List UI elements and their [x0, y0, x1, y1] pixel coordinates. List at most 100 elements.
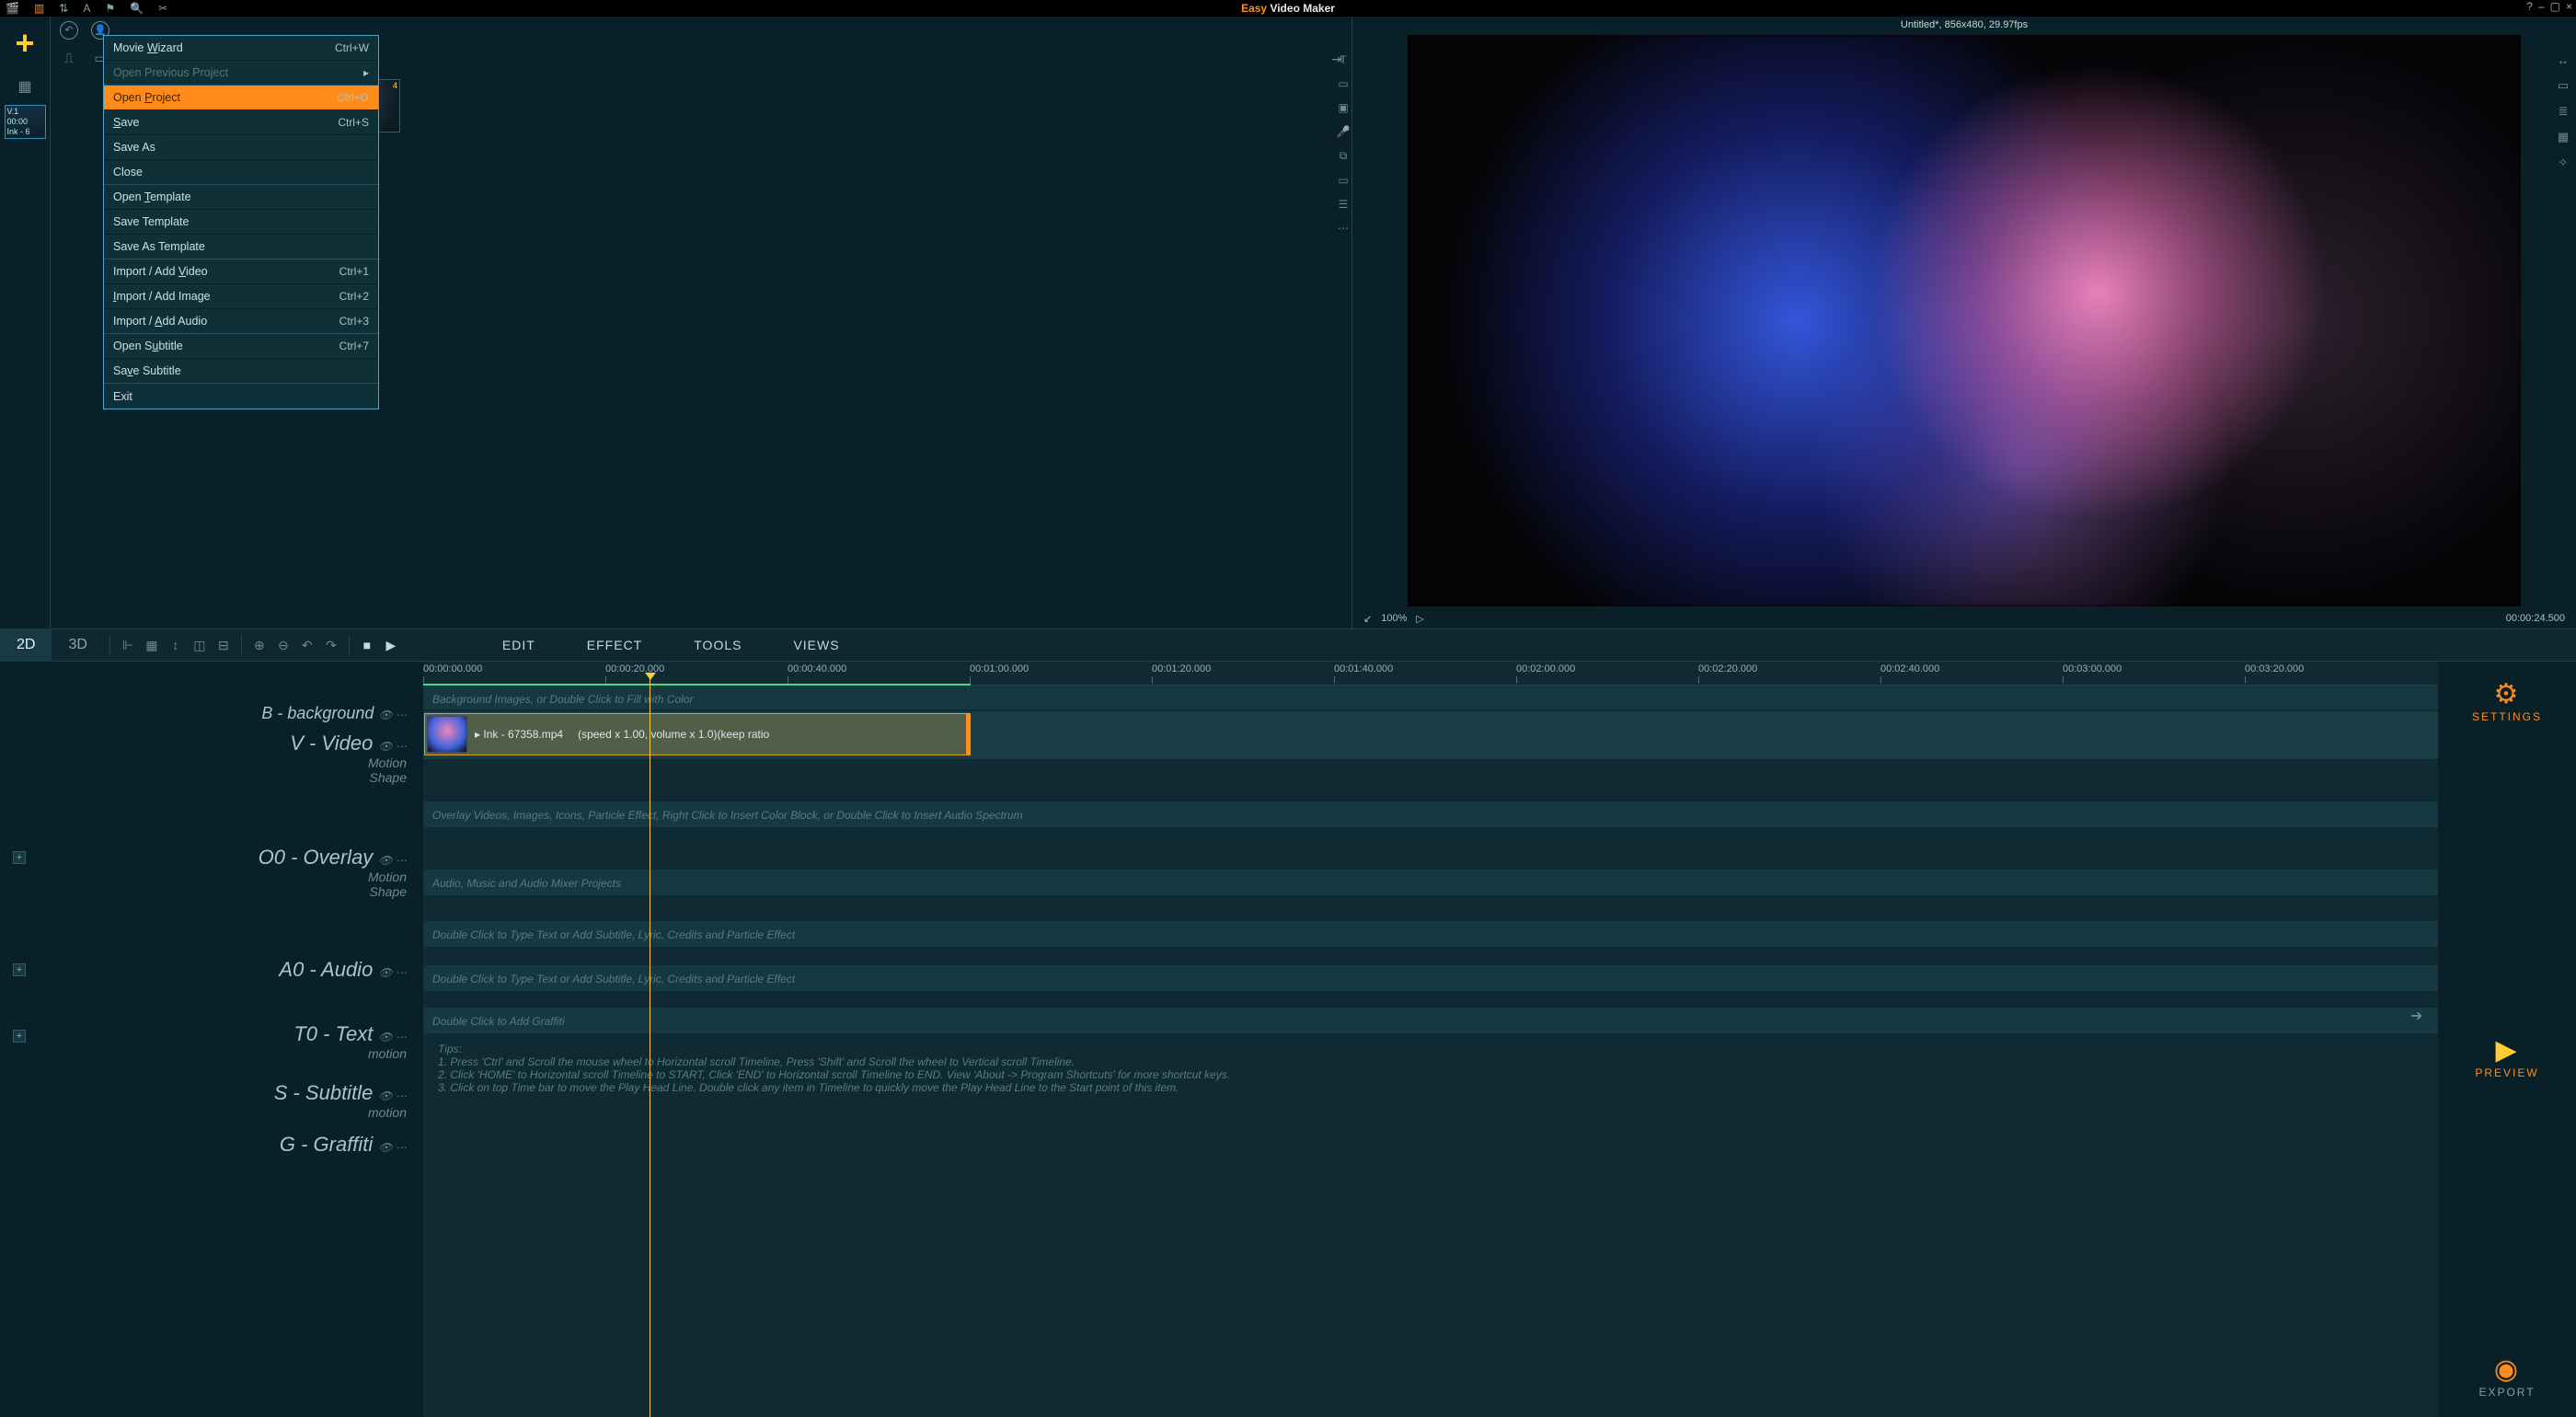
ratio-icon[interactable]: ▭ [1334, 77, 1352, 90]
layers-icon[interactable]: ☰ [1334, 198, 1352, 211]
track-label[interactable]: V - Video 👁 ⋯ [290, 732, 407, 755]
track-lane[interactable]: Audio, Music and Audio Mixer Projects [423, 870, 2438, 895]
wand-icon[interactable]: ✧ [2554, 156, 2572, 170]
clip-thumb-icon [427, 716, 467, 753]
track-lane[interactable]: Double Click to Add Graffiti [423, 1008, 2438, 1033]
export-button[interactable]: ◉ EXPORT [2478, 1354, 2535, 1399]
menu-effect[interactable]: EFFECT [561, 638, 668, 652]
file-menu-item[interactable]: Close [104, 160, 378, 185]
maximize-button[interactable]: ▢ [2550, 0, 2560, 13]
ruler-tick: 00:02:40.000 [1880, 663, 1939, 674]
snap-icon[interactable]: ⊩ [116, 638, 140, 653]
redo-icon[interactable]: ↷ [319, 638, 343, 653]
selected-media-thumb[interactable]: V.1 00:00 Ink - 6 [5, 105, 46, 139]
next-arrow-icon[interactable]: ➔ [2410, 1007, 2422, 1025]
fit-icon[interactable]: ▭ [2554, 78, 2572, 93]
menu-edit[interactable]: EDIT [477, 638, 561, 652]
zoom-play-icon[interactable]: ▷ [1416, 613, 1423, 625]
media-panel: ↶ 👤 ⎍ ▭ ✦ ★ 📌 ♪♪ T ⇥ 24 4 Movie WizardCt… [51, 17, 1352, 628]
align-icon[interactable]: ⎍ [60, 51, 78, 66]
track-label[interactable]: O0 - Overlay 👁 ⋯ [259, 846, 407, 870]
preview-button[interactable]: ▶ PREVIEW [2475, 1034, 2538, 1079]
file-menu-item[interactable]: Save As [104, 135, 378, 160]
expand-icon[interactable]: ↔ [2554, 53, 2572, 67]
video-track[interactable]: ▸ Ink - 67358.mp4(speed x 1.00, volume x… [423, 711, 2438, 759]
preview-canvas[interactable] [1408, 35, 2521, 606]
split-icon[interactable]: ◫ [188, 638, 212, 653]
tab-3d[interactable]: 3D [52, 628, 103, 662]
track-lane[interactable]: Overlay Videos, Images, Icons, Particle … [423, 801, 2438, 827]
expand-track-icon[interactable]: + [13, 1030, 26, 1043]
expand-track-icon[interactable]: + [13, 963, 26, 976]
select-icon[interactable]: ▣ [1334, 101, 1352, 114]
file-menu-item[interactable]: Save Subtitle [104, 359, 378, 384]
undo-circle-icon[interactable]: ↶ [60, 21, 78, 40]
track-label[interactable]: G - Graffiti 👁 ⋯ [280, 1133, 407, 1157]
ruler-tick: 00:00:40.000 [788, 663, 846, 674]
stop-icon[interactable]: ■ [355, 638, 379, 652]
marker-icon[interactable]: ↕ [164, 638, 188, 652]
file-menu-item[interactable]: Open SubtitleCtrl+7 [104, 334, 378, 359]
tip-3: 3. Click on top Time bar to move the Pla… [438, 1081, 2423, 1094]
file-menu-item[interactable]: Import / Add AudioCtrl+3 [104, 309, 378, 334]
file-menu-item[interactable]: Save Template [104, 210, 378, 235]
preview-panel: T ▭ ▣ 🎤 ⧉ ▭ ☰ ⋯ Untitled*, 856x480, 29.9… [1352, 17, 2576, 628]
video-clip[interactable]: ▸ Ink - 67358.mp4(speed x 1.00, volume x… [424, 713, 971, 755]
text-tool-icon[interactable]: A [83, 2, 90, 15]
play-icon[interactable]: ▶ [379, 638, 403, 653]
preview-info: Untitled*, 856x480, 29.97fps [1352, 17, 2576, 33]
minimize-button[interactable]: – [2538, 0, 2545, 13]
mic-icon[interactable]: 🎤 [1334, 125, 1352, 138]
crop-icon[interactable]: ✂ [158, 2, 167, 15]
track-label[interactable]: A0 - Audio 👁 ⋯ [279, 958, 407, 982]
search-icon[interactable]: 🔍 [130, 2, 144, 15]
undo-icon[interactable]: ↶ [295, 638, 319, 653]
grid-view-icon[interactable]: ▦ [140, 638, 164, 653]
track-lane[interactable]: Background Images, or Double Click to Fi… [423, 685, 2438, 709]
grid2-icon[interactable]: ▦ [2554, 130, 2572, 144]
file-menu-item[interactable]: Import / Add ImageCtrl+2 [104, 284, 378, 309]
cam-icon[interactable]: ⧉ [1334, 149, 1352, 163]
screen-icon[interactable]: ▭ [1334, 174, 1352, 187]
tab-2d[interactable]: 2D [0, 628, 52, 662]
file-menu-item[interactable]: Import / Add VideoCtrl+1 [104, 259, 378, 284]
zoom-out2-icon[interactable]: ⊖ [271, 638, 295, 653]
zoom-out-icon[interactable]: ↙ [1363, 613, 1372, 625]
zoom-in-icon[interactable]: ⊕ [247, 638, 271, 653]
ruler-tick: 00:01:40.000 [1334, 663, 1393, 674]
track-label[interactable]: T0 - Text 👁 ⋯ [293, 1022, 407, 1046]
help-button[interactable]: ? [2526, 0, 2533, 13]
file-menu-icon[interactable]: ▥ [34, 2, 44, 15]
track-label[interactable]: B - background 👁 ⋯ [261, 704, 407, 723]
file-menu: Movie WizardCtrl+WOpen Previous Project▸… [103, 35, 379, 409]
cut-icon[interactable]: ⊟ [212, 638, 236, 653]
gear-icon: ⚙ [2472, 678, 2542, 710]
expand-track-icon[interactable]: + [13, 851, 26, 864]
timeline[interactable]: 00:00:00.00000:00:20.00000:00:40.00000:0… [423, 662, 2438, 1417]
text-overlay-icon[interactable]: T [1334, 53, 1352, 66]
settings-button[interactable]: ⚙ SETTINGS [2472, 678, 2542, 723]
track-lane[interactable]: Double Click to Type Text or Add Subtitl… [423, 921, 2438, 947]
file-menu-item[interactable]: Open Previous Project▸ [104, 61, 378, 86]
close-button[interactable]: × [2566, 0, 2572, 13]
time-ruler[interactable]: 00:00:00.00000:00:20.00000:00:40.00000:0… [423, 662, 2438, 685]
menu-tools[interactable]: TOOLS [668, 638, 767, 652]
grid-icon[interactable]: ▦ [11, 74, 39, 101]
track-label[interactable]: S - Subtitle 👁 ⋯ [274, 1081, 407, 1105]
app-title-2: Video Maker [1270, 2, 1334, 15]
timeline-menubar: 2D 3D ⊩ ▦ ↕ ◫ ⊟ ⊕ ⊖ ↶ ↷ ■ ▶ EDIT EFFECT … [0, 628, 2576, 662]
file-menu-item[interactable]: Movie WizardCtrl+W [104, 36, 378, 61]
transform-icon[interactable]: ⇅ [59, 2, 68, 15]
file-menu-item[interactable]: Exit [104, 384, 378, 409]
more-icon[interactable]: ⋯ [1334, 222, 1352, 235]
file-menu-item[interactable]: Open Template [104, 185, 378, 210]
file-menu-item[interactable]: SaveCtrl+S [104, 110, 378, 135]
flag-icon[interactable]: ⚑ [105, 2, 115, 15]
zoom-value: 100% [1381, 613, 1407, 624]
track-lane[interactable]: Double Click to Type Text or Add Subtitl… [423, 965, 2438, 991]
file-menu-item[interactable]: Open ProjectCtrl+O [104, 86, 378, 110]
add-media-button[interactable]: + [6, 28, 43, 64]
list-icon[interactable]: ≣ [2554, 104, 2572, 119]
file-menu-item[interactable]: Save As Template [104, 235, 378, 259]
menu-views[interactable]: VIEWS [767, 638, 865, 652]
